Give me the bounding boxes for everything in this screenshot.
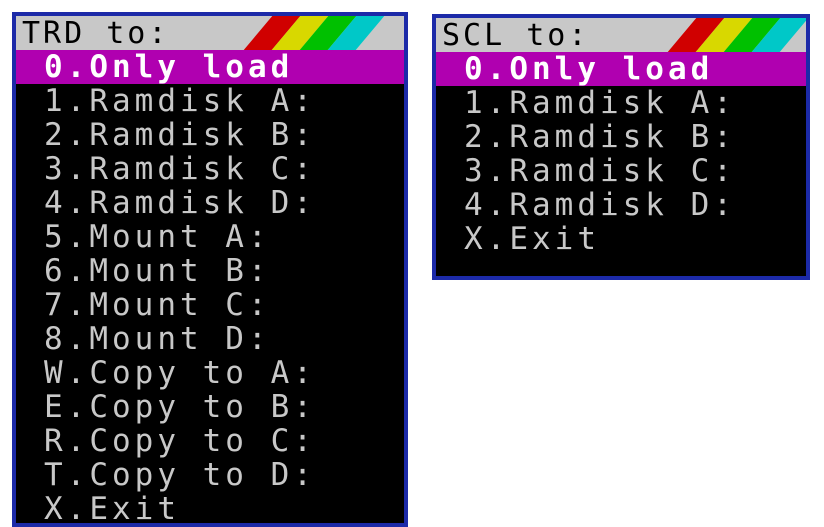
menu-list: 0.Only load 1.Ramdisk A: 2.Ramdisk B: 3.… bbox=[436, 52, 806, 256]
menu-item-copy-to-a[interactable]: W.Copy to A: bbox=[16, 356, 404, 390]
menu-item-ramdisk-b[interactable]: 2.Ramdisk B: bbox=[436, 120, 806, 154]
menu-item-ramdisk-a[interactable]: 1.Ramdisk A: bbox=[436, 86, 806, 120]
menu-item-mount-c[interactable]: 7.Mount C: bbox=[16, 288, 404, 322]
menu-item-ramdisk-d[interactable]: 4.Ramdisk D: bbox=[16, 186, 404, 220]
title-bar: SCL to: bbox=[436, 18, 806, 52]
rainbow-stripes-icon bbox=[662, 18, 806, 52]
menu-item-only-load[interactable]: 0.Only load bbox=[16, 50, 404, 84]
menu-list: 0.Only load 1.Ramdisk A: 2.Ramdisk B: 3.… bbox=[16, 50, 404, 523]
menu-item-ramdisk-b[interactable]: 2.Ramdisk B: bbox=[16, 118, 404, 152]
menu-item-copy-to-c[interactable]: R.Copy to C: bbox=[16, 424, 404, 458]
trd-menu-window: TRD to: 0.Only load 1.Ramdisk A: 2.Ramdi… bbox=[12, 12, 408, 527]
scl-menu-window: SCL to: 0.Only load 1.Ramdisk A: 2.Ramdi… bbox=[432, 14, 810, 280]
window-title: SCL to: bbox=[442, 18, 590, 52]
menu-item-ramdisk-d[interactable]: 4.Ramdisk D: bbox=[436, 188, 806, 222]
menu-item-only-load[interactable]: 0.Only load bbox=[436, 52, 806, 86]
menu-item-exit[interactable]: X.Exit bbox=[436, 222, 806, 256]
menu-item-ramdisk-c[interactable]: 3.Ramdisk C: bbox=[16, 152, 404, 186]
title-bar: TRD to: bbox=[16, 16, 404, 50]
menu-item-ramdisk-a[interactable]: 1.Ramdisk A: bbox=[16, 84, 404, 118]
window-title: TRD to: bbox=[22, 16, 170, 50]
menu-item-mount-a[interactable]: 5.Mount A: bbox=[16, 220, 404, 254]
menu-item-copy-to-d[interactable]: T.Copy to D: bbox=[16, 458, 404, 492]
menu-item-mount-b[interactable]: 6.Mount B: bbox=[16, 254, 404, 288]
menu-item-exit[interactable]: X.Exit bbox=[16, 492, 404, 523]
menu-item-mount-d[interactable]: 8.Mount D: bbox=[16, 322, 404, 356]
rainbow-stripes-icon bbox=[238, 16, 404, 50]
menu-item-copy-to-b[interactable]: E.Copy to B: bbox=[16, 390, 404, 424]
menu-item-ramdisk-c[interactable]: 3.Ramdisk C: bbox=[436, 154, 806, 188]
